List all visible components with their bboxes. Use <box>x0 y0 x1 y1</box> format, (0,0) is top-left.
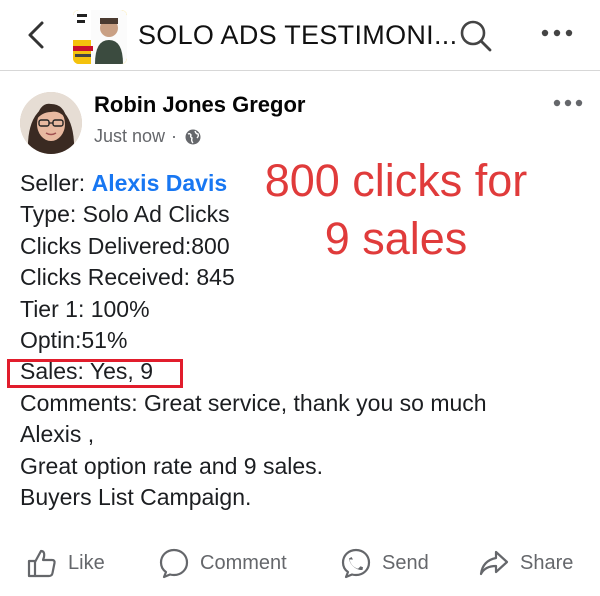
author-name[interactable]: Robin Jones Gregor <box>94 92 305 118</box>
comment-button[interactable]: Comment <box>158 546 287 580</box>
like-button[interactable]: Like <box>26 546 105 580</box>
post-timestamp[interactable]: Just now <box>94 126 165 147</box>
messenger-icon <box>341 548 371 579</box>
thumbs-up-icon <box>27 549 56 578</box>
optin-line: Optin:51% <box>20 326 128 353</box>
comment-label: Comment <box>200 551 287 574</box>
post-more-icon[interactable] <box>552 96 584 110</box>
globe-icon <box>185 129 201 144</box>
like-label: Like <box>68 551 105 574</box>
share-button[interactable]: Share <box>478 546 573 580</box>
more-horizontal-icon[interactable] <box>540 26 574 40</box>
group-avatar[interactable] <box>73 10 127 64</box>
group-title[interactable]: SOLO ADS TESTIMONI... <box>138 20 457 51</box>
chevron-left-icon[interactable] <box>22 18 52 52</box>
share-icon <box>479 550 509 576</box>
author-avatar[interactable] <box>20 92 82 154</box>
sales-highlight-box <box>7 359 183 388</box>
send-label: Send <box>382 551 429 574</box>
comments-line-3: Great option rate and 9 sales. <box>20 452 324 479</box>
campaign-line: Buyers List Campaign. <box>20 483 252 510</box>
tier-line: Tier 1: 100% <box>20 295 150 322</box>
comments-line-2: Alexis , <box>20 421 95 448</box>
comments-line: Comments: Great service, thank you so mu… <box>20 389 487 416</box>
post-action-bar: Like Comment Send Share <box>0 538 600 588</box>
post-meta: Just now · <box>94 126 202 147</box>
top-app-bar: SOLO ADS TESTIMONI... <box>0 0 600 70</box>
seller-label: Seller: <box>20 170 92 196</box>
overlay-line-2: 9 sales <box>324 213 468 264</box>
comment-icon <box>159 548 189 579</box>
share-label: Share <box>520 551 574 574</box>
overlay-line-1: 800 clicks for <box>264 155 528 206</box>
send-button[interactable]: Send <box>340 546 429 580</box>
overlay-annotation: 800 clicks for 9 sales <box>246 152 546 268</box>
meta-separator: · <box>171 126 178 146</box>
search-icon[interactable] <box>458 18 494 54</box>
seller-link[interactable]: Alexis Davis <box>92 170 228 196</box>
header-divider <box>0 70 600 71</box>
